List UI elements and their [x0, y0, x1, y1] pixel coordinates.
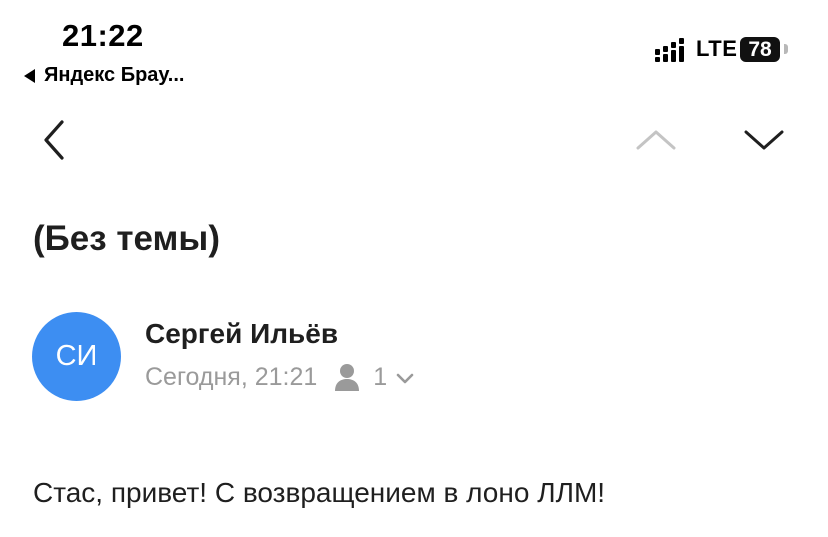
back-to-app-link[interactable]: Яндекс Брау... [24, 64, 184, 87]
chevron-up-icon[interactable] [632, 124, 680, 154]
email-subject: (Без темы) [33, 219, 220, 258]
back-triangle-icon [24, 68, 35, 83]
person-icon [335, 364, 360, 391]
chevron-left-icon[interactable] [40, 118, 70, 162]
cellular-signal-icon [655, 38, 684, 62]
status-time: 21:22 [62, 18, 144, 53]
chevron-down-icon[interactable] [740, 124, 788, 154]
back-to-app-label: Яндекс Брау... [44, 64, 185, 86]
sender-avatar[interactable]: СИ [32, 312, 121, 401]
recipients-count: 1 [373, 362, 388, 391]
battery-indicator: 78 [740, 37, 780, 62]
battery-cap [784, 44, 788, 54]
chevron-down-icon[interactable] [395, 372, 415, 386]
network-type: LTE [696, 36, 738, 61]
sender-name[interactable]: Сергей Ильёв [145, 318, 338, 350]
email-meta-row[interactable]: Сегодня, 21:21 1 [145, 360, 415, 394]
email-body: Стас, привет! С возвращением в лоно ЛЛМ! [33, 477, 606, 508]
email-date: Сегодня, 21:21 [145, 362, 318, 391]
